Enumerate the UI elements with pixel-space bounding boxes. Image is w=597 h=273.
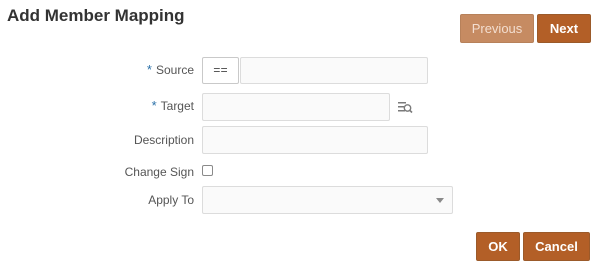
source-operator-button[interactable]: ==	[202, 57, 239, 84]
description-input[interactable]	[202, 126, 428, 154]
cancel-button[interactable]: Cancel	[523, 232, 590, 261]
target-input[interactable]	[202, 93, 390, 121]
lookup-icon[interactable]	[397, 99, 413, 115]
dialog-title: Add Member Mapping	[7, 6, 185, 25]
change-sign-label: Change Sign	[124, 165, 194, 179]
required-marker: *	[146, 62, 152, 77]
source-label: * Source	[146, 62, 194, 77]
source-input[interactable]	[240, 57, 428, 84]
chevron-down-icon[interactable]	[436, 198, 444, 203]
target-label: * Target	[151, 98, 194, 113]
required-marker: *	[151, 98, 157, 113]
change-sign-checkbox[interactable]	[202, 165, 213, 176]
ok-button[interactable]: OK	[476, 232, 520, 261]
apply-to-label: Apply To	[148, 193, 194, 207]
description-label: Description	[133, 133, 194, 147]
previous-button[interactable]: Previous	[460, 14, 534, 43]
next-button[interactable]: Next	[537, 14, 591, 43]
apply-to-select[interactable]	[202, 186, 453, 214]
